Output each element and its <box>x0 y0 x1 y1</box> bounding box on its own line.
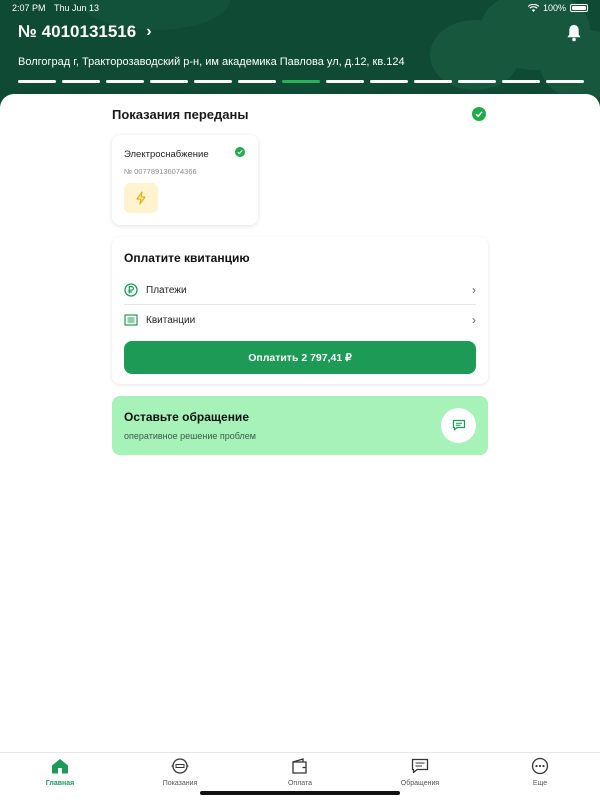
progress-segment <box>62 80 100 83</box>
appeal-subtitle: оперативное решение проблем <box>124 431 256 441</box>
payment-card: Оплатите квитанцию Платежи › Квитанции ›… <box>112 237 488 384</box>
bell-icon[interactable] <box>566 24 582 42</box>
tab-more[interactable]: Еще <box>480 753 600 800</box>
progress-segment <box>458 80 496 83</box>
progress-segment <box>194 80 232 83</box>
payments-row[interactable]: Платежи › <box>124 276 476 304</box>
tab-appeals-label: Обращения <box>400 780 440 787</box>
progress-indicator <box>18 80 584 83</box>
appeal-title: Оставьте обращение <box>124 410 249 424</box>
lightning-icon <box>124 183 158 213</box>
pay-button[interactable]: Оплатить 2 797,41 ₽ <box>124 341 476 374</box>
status-time: 2:07 PM <box>12 3 46 13</box>
divider <box>124 304 476 305</box>
chat-button[interactable] <box>441 408 476 443</box>
progress-segment <box>326 80 364 83</box>
account-selector[interactable]: № 4010131516 › <box>18 22 152 42</box>
payments-label: Платежи <box>146 284 187 296</box>
home-icon <box>52 759 68 774</box>
progress-segment <box>106 80 144 83</box>
progress-segment <box>370 80 408 83</box>
chevron-right-icon: › <box>146 23 152 40</box>
receipt-list-icon <box>124 314 138 326</box>
home-indicator <box>200 791 400 795</box>
more-icon <box>531 757 549 775</box>
account-number: № 4010131516 <box>18 22 137 41</box>
appeal-card[interactable]: Оставьте обращение оперативное решение п… <box>112 396 488 455</box>
progress-segment <box>150 80 188 83</box>
check-circle-icon <box>235 147 245 157</box>
check-circle-icon <box>472 107 486 121</box>
tab-home-label: Главная <box>45 780 75 787</box>
ruble-circle-icon <box>124 283 138 297</box>
progress-segment <box>18 80 56 83</box>
chat-icon <box>452 419 465 431</box>
receipts-row[interactable]: Квитанции › <box>124 306 476 334</box>
meter-name: Электроснабжение <box>124 149 209 160</box>
payment-title: Оплатите квитанцию <box>124 251 250 265</box>
progress-segment <box>414 80 452 83</box>
progress-segment <box>502 80 540 83</box>
status-right: 100% <box>527 3 588 13</box>
chevron-right-icon: › <box>472 283 476 297</box>
meter-icon <box>171 758 189 774</box>
wifi-icon <box>527 3 539 12</box>
receipts-label: Квитанции <box>146 314 196 326</box>
message-icon <box>411 758 429 774</box>
tab-readings-label: Показания <box>162 780 198 787</box>
status-bar: 2:07 PM Thu Jun 13 100% <box>0 0 600 16</box>
battery-percent: 100% <box>542 3 566 13</box>
progress-segment <box>282 80 320 83</box>
meter-number: № 007789136074366 <box>124 167 197 176</box>
address: Волгоград г, Тракторозаводский р-н, им а… <box>18 56 405 68</box>
progress-segment <box>546 80 584 83</box>
status-date: Thu Jun 13 <box>54 3 100 13</box>
tab-home[interactable]: Главная <box>0 753 120 800</box>
battery-icon <box>570 4 588 12</box>
progress-segment <box>238 80 276 83</box>
chevron-right-icon: › <box>472 313 476 327</box>
wallet-icon <box>292 758 307 774</box>
meter-card[interactable]: Электроснабжение № 007789136074366 <box>112 135 258 225</box>
tab-more-label: Еще <box>532 780 548 787</box>
readings-status-title: Показания переданы <box>112 107 249 122</box>
tab-payment-label: Оплата <box>287 780 313 787</box>
